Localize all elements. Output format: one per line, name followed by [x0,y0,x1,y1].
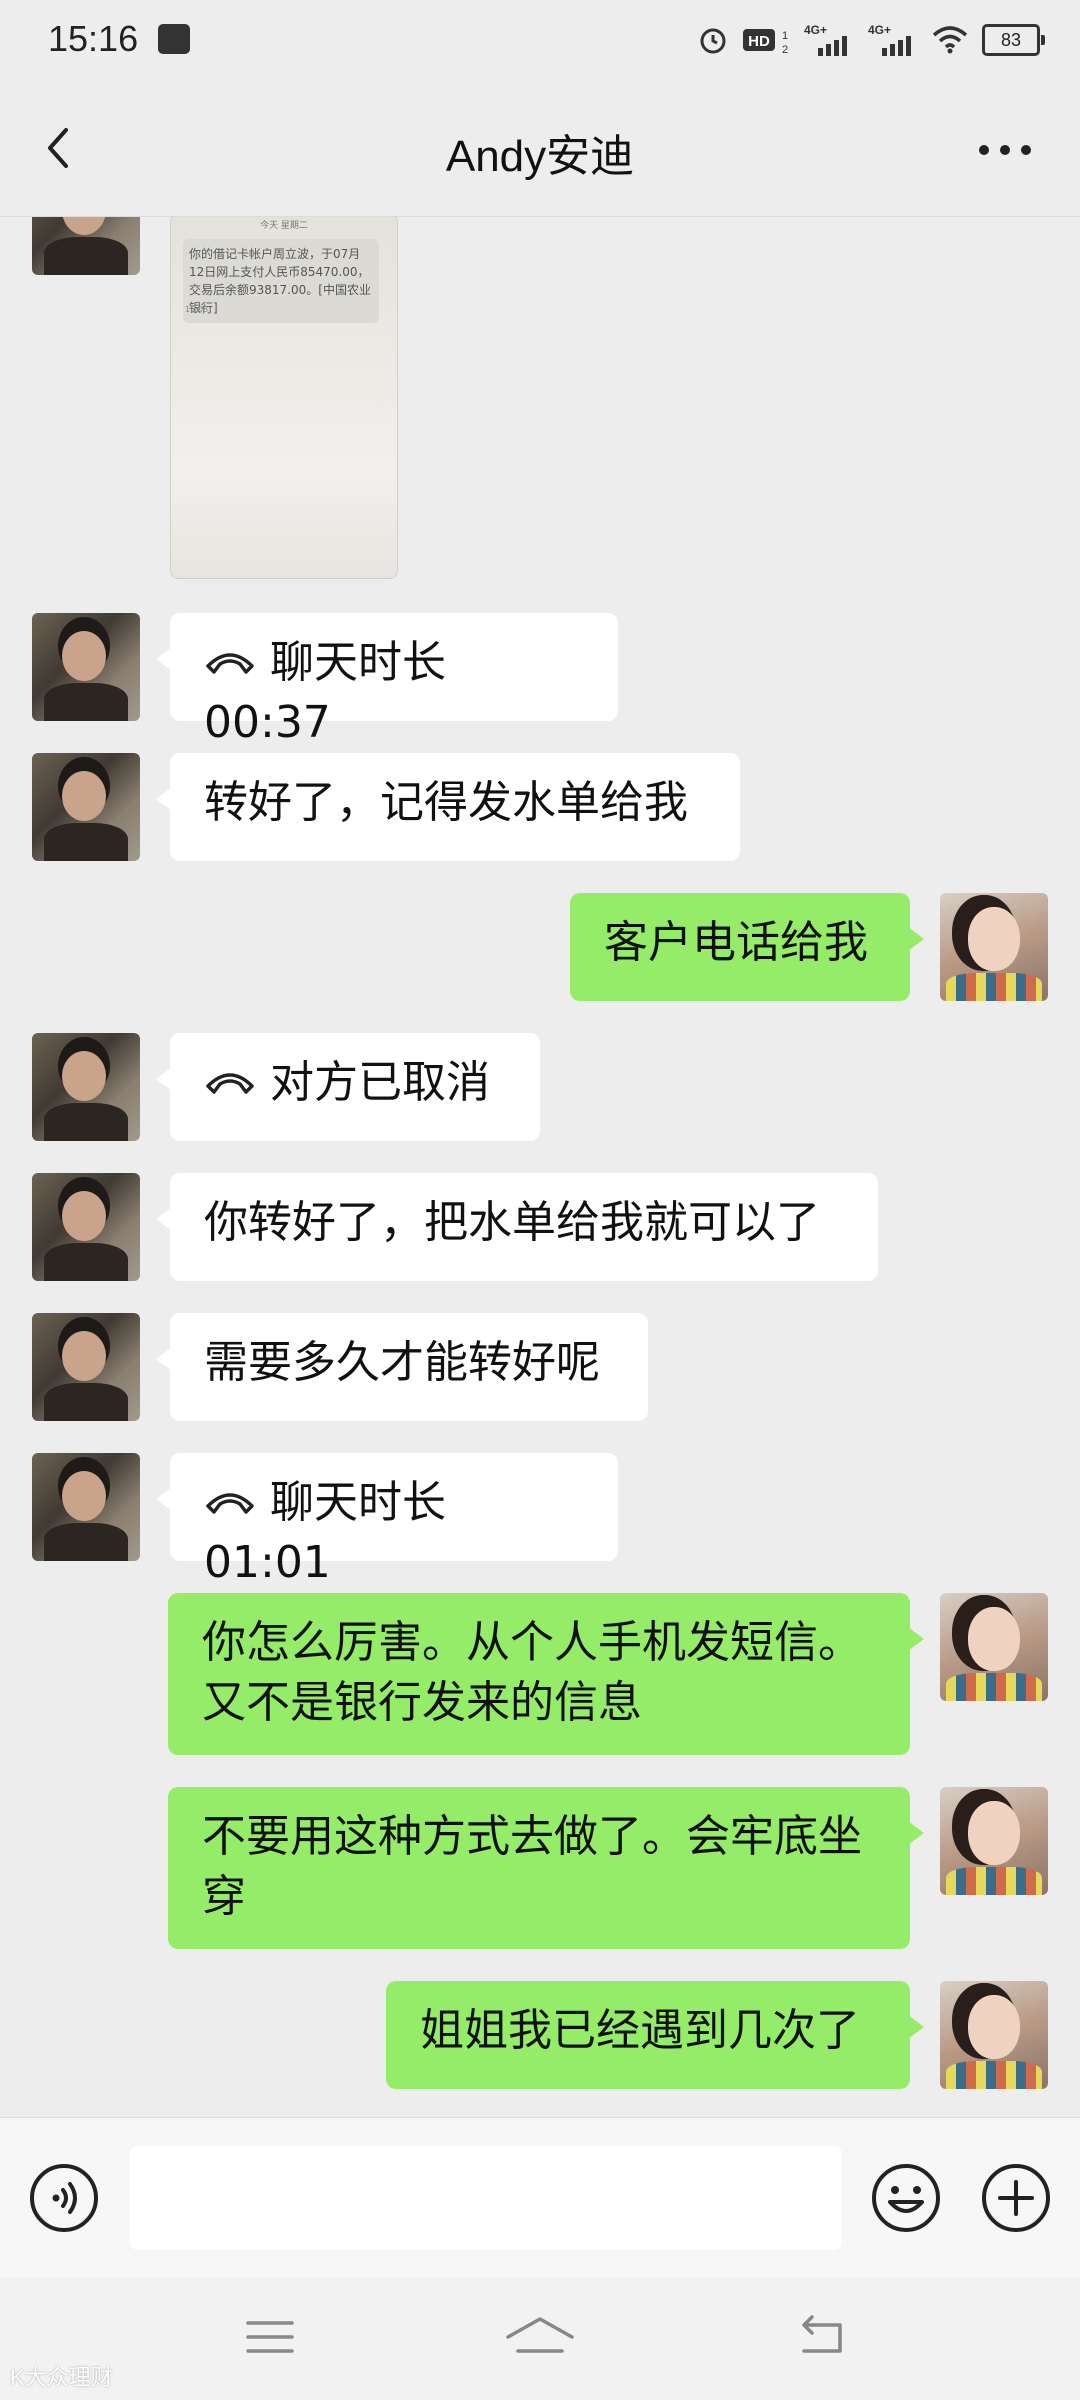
my-avatar[interactable] [940,893,1048,1001]
sms-header: 今天 星期二 [260,221,308,231]
message-bubble-outgoing[interactable]: 姐姐我已经遇到几次了 [386,1981,924,2089]
contact-avatar[interactable] [32,1453,140,1561]
contact-avatar[interactable] [32,217,140,275]
message-text: 你怎么厉害。从个人手机发短信。又不是银行发来的信息 [202,1617,862,1728]
sms-time: 15:08 [185,305,209,314]
svg-text:2: 2 [782,44,788,55]
message-text: 转好了，记得发水单给我 [204,777,688,828]
back-nav-icon[interactable] [792,2307,852,2367]
my-avatar[interactable] [940,1593,1048,1701]
call-record-bubble[interactable]: 聊天时长 00:37 [156,613,618,748]
message-bubble[interactable]: 转好了，记得发水单给我 [156,753,740,861]
hd-icon: HD 1 2 [743,29,788,55]
notification-icon [158,24,190,54]
signal-2-icon: 4G+ [868,23,911,56]
chat-title: Andy安迪 [445,132,635,181]
phone-hangup-icon [206,653,254,674]
message-text: 客户电话给我 [604,917,868,968]
contact-avatar[interactable] [32,1173,140,1281]
my-avatar[interactable] [940,1981,1048,2089]
message-text: 姐姐我已经遇到几次了 [420,2005,860,2056]
voice-icon[interactable] [28,2162,100,2234]
svg-text:HD: HD [748,33,770,50]
chat-header: Andy安迪 [0,80,1080,217]
phone-hangup-icon [206,1073,254,1094]
watermark: K大众理财 [10,2365,113,2390]
message-text: 你转好了，把水单给我就可以了 [204,1197,820,1248]
svg-text:4G+: 4G+ [868,23,891,37]
menu-icon[interactable] [240,2307,300,2367]
status-icons: HD 1 2 4G+ 4G+ 83 [698,18,1045,62]
call-record-bubble[interactable]: 对方已取消 [156,1033,540,1141]
home-icon[interactable] [504,2307,576,2367]
contact-avatar[interactable] [32,1313,140,1421]
message-bubble-outgoing[interactable]: 客户电话给我 [570,893,924,1001]
message-list[interactable]: 今天 星期二 你的借记卡帐户周立波，于07月12日网上支付人民币85470.00… [0,217,1080,2117]
contact-avatar[interactable] [32,1033,140,1141]
alarm-icon [700,28,726,54]
sms-screenshot-image[interactable]: 今天 星期二 你的借记卡帐户周立波，于07月12日网上支付人民币85470.00… [170,217,398,579]
call-record-bubble[interactable]: 聊天时长 01:01 [156,1453,618,1588]
call-record-text: 对方已取消 [270,1057,490,1108]
contact-avatar[interactable] [32,753,140,861]
status-time: 15:16 [48,18,139,59]
input-bar [0,2117,1080,2278]
signal-1-icon: 4G+ [804,23,847,56]
plus-icon[interactable] [980,2162,1052,2234]
svg-text:4G+: 4G+ [804,23,827,37]
svg-text:1: 1 [782,30,788,42]
message-bubble-outgoing[interactable]: 不要用这种方式去做了。会牢底坐穿 [168,1787,924,1949]
sms-body: 你的借记卡帐户周立波，于07月12日网上支付人民币85470.00，交易后余额9… [183,239,379,323]
message-input[interactable] [130,2146,842,2250]
message-text: 需要多久才能转好呢 [204,1337,600,1388]
message-bubble[interactable]: 你转好了，把水单给我就可以了 [156,1173,878,1281]
wifi-icon [932,26,968,54]
status-bar: 15:16 HD 1 2 4G+ 4G+ 83 [0,0,1080,80]
message-bubble[interactable]: 需要多久才能转好呢 [156,1313,648,1421]
my-avatar[interactable] [940,1787,1048,1895]
message-bubble-outgoing[interactable]: 你怎么厉害。从个人手机发短信。又不是银行发来的信息 [168,1593,924,1755]
message-text: 不要用这种方式去做了。会牢底坐穿 [202,1811,862,1922]
battery-icon: 83 [982,24,1045,56]
system-nav-bar [0,2277,1080,2400]
more-icon[interactable] [970,132,1040,168]
emoji-icon[interactable] [870,2162,942,2234]
phone-hangup-icon [206,1493,254,1514]
chat-screen: 15:16 HD 1 2 4G+ 4G+ 83 Andy安迪 今天 星期二 你的… [0,0,1080,2400]
contact-avatar[interactable] [32,613,140,721]
